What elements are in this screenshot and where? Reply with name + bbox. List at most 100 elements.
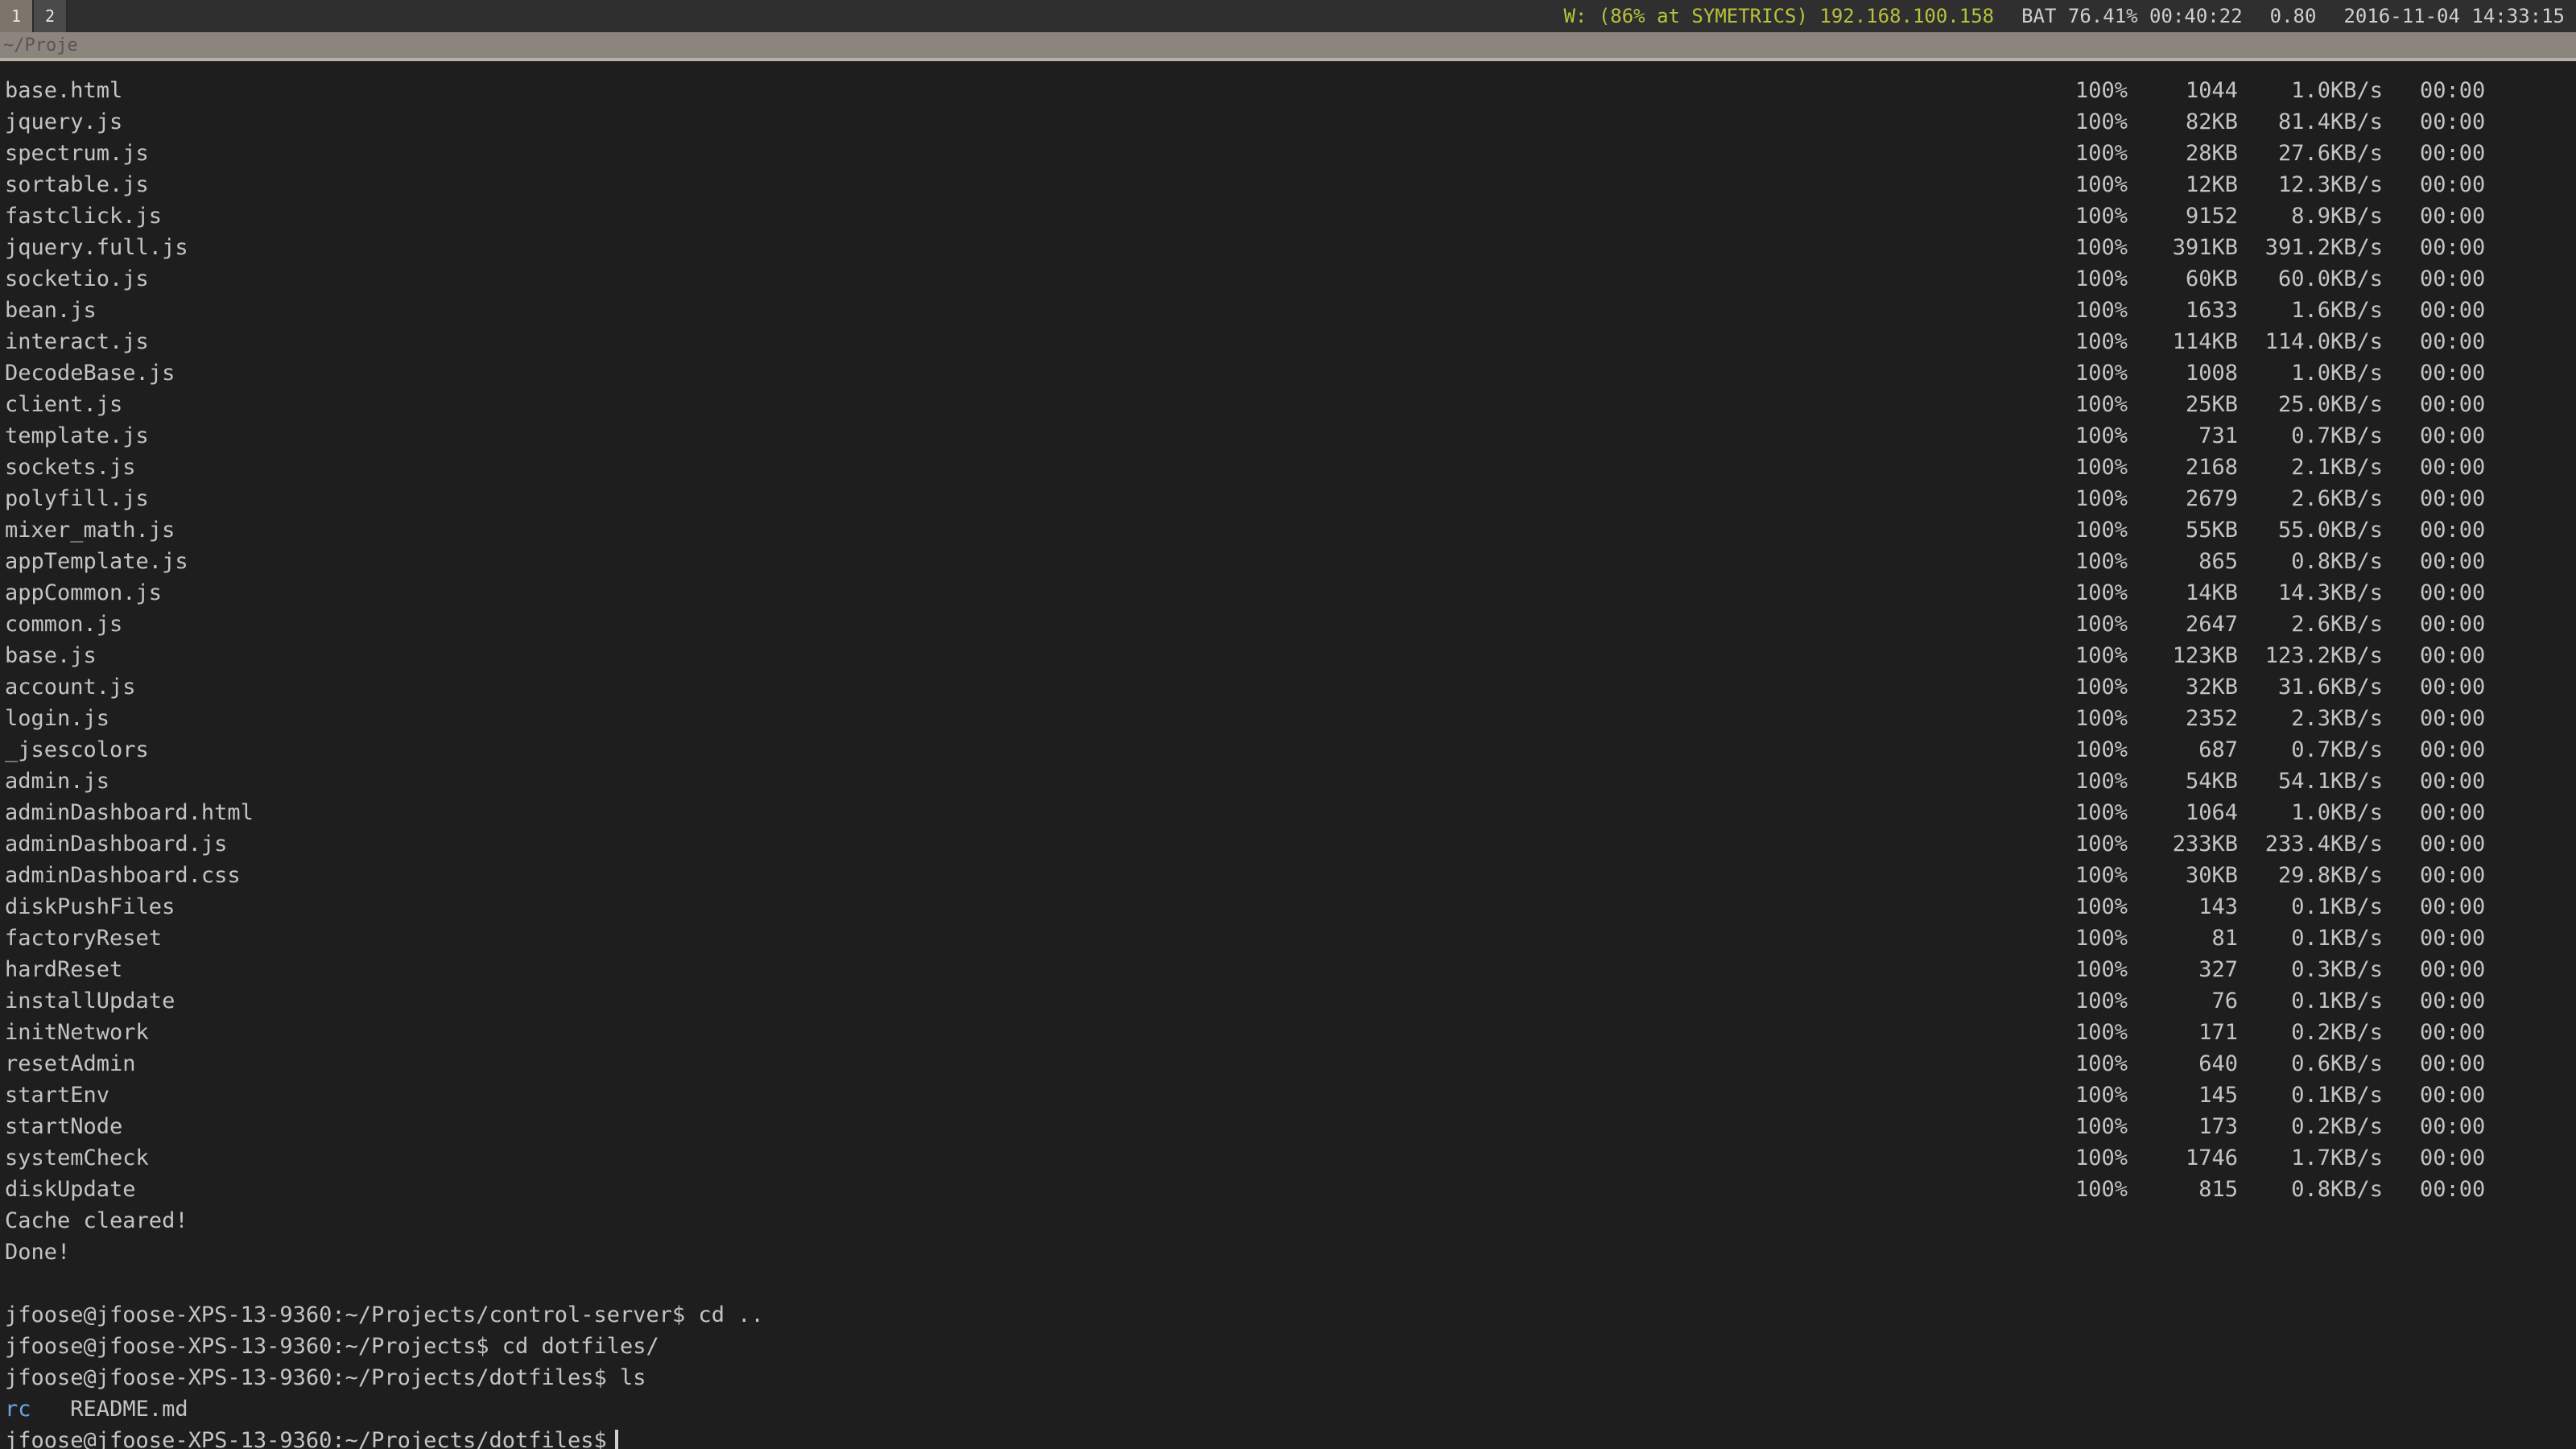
transfer-percent: 100%	[2075, 549, 2128, 574]
transfer-eta: 00:00	[2420, 486, 2486, 511]
transfer-size: 1633	[2185, 298, 2238, 323]
transfer-size: 687	[2198, 737, 2238, 762]
transfer-size: 25KB	[2185, 392, 2238, 417]
transfer-percent: 100%	[2075, 1114, 2128, 1139]
transfer-size: 82KB	[2185, 109, 2238, 134]
transfer-size: 815	[2198, 1177, 2238, 1202]
transfer-filename: systemCheck	[5, 1146, 149, 1170]
transfer-size: 1746	[2185, 1146, 2238, 1170]
transfer-filename: login.js	[5, 706, 110, 731]
transfer-size: 9152	[2185, 204, 2238, 229]
transfer-eta: 00:00	[2420, 172, 2486, 197]
transfer-filename: adminDashboard.js	[5, 832, 228, 857]
transfer-rate: 0.1KB/s	[2291, 989, 2383, 1013]
transfer-percent: 100%	[2075, 863, 2128, 888]
transfer-filename: admin.js	[5, 769, 110, 794]
transfer-size: 233KB	[2172, 832, 2238, 857]
transfer-rate: 0.6KB/s	[2291, 1051, 2383, 1076]
current-prompt-line[interactable]: jfoose@jfoose-XPS-13-9360:~/Projects/dot…	[5, 1425, 618, 1449]
transfer-eta: 00:00	[2420, 235, 2486, 260]
transfer-eta: 00:00	[2420, 1177, 2486, 1202]
transfer-size: 1064	[2185, 800, 2238, 825]
transfer-rate: 31.6KB/s	[2277, 675, 2383, 700]
transfer-percent: 100%	[2075, 266, 2128, 291]
transfer-eta: 00:00	[2420, 329, 2486, 354]
transfer-size: 2647	[2185, 612, 2238, 637]
load-average: 0.80	[2269, 5, 2317, 27]
transfer-eta: 00:00	[2420, 737, 2486, 762]
transfer-rate: 0.1KB/s	[2291, 926, 2383, 951]
workspace-2-button[interactable]: 2	[34, 0, 68, 32]
transfer-filename: polyfill.js	[5, 486, 149, 511]
transfer-percent: 100%	[2075, 737, 2128, 762]
transfer-filename: template.js	[5, 423, 149, 448]
transfer-eta: 00:00	[2420, 580, 2486, 605]
transfer-eta: 00:00	[2420, 1083, 2486, 1108]
transfer-percent: 100%	[2075, 392, 2128, 417]
transfer-rate: 1.0KB/s	[2291, 361, 2383, 386]
transfer-rate: 81.4KB/s	[2277, 109, 2383, 134]
transfer-rate: 1.0KB/s	[2291, 800, 2383, 825]
transfer-rate: 2.6KB/s	[2291, 486, 2383, 511]
transfer-eta: 00:00	[2420, 423, 2486, 448]
window-titlebar[interactable]: ~/Proje	[0, 32, 2576, 61]
transfer-filename: startNode	[5, 1114, 123, 1139]
clock: 2016-11-04 14:33:15	[2343, 5, 2565, 27]
transfer-rate: 0.7KB/s	[2291, 423, 2383, 448]
text-cursor	[614, 1429, 618, 1449]
transfer-size: 55KB	[2185, 518, 2238, 543]
workspace-switcher: 1 2	[0, 0, 68, 32]
transfer-percent: 100%	[2075, 455, 2128, 480]
transfer-size: 2352	[2185, 706, 2238, 731]
prompt-line-2: jfoose@jfoose-XPS-13-9360:~/Projects$ cd…	[5, 1334, 659, 1359]
transfer-eta: 00:00	[2420, 455, 2486, 480]
transfer-percent: 100%	[2075, 957, 2128, 982]
transfer-eta: 00:00	[2420, 1020, 2486, 1045]
transfer-rate: 1.6KB/s	[2291, 298, 2383, 323]
transfer-eta: 00:00	[2420, 266, 2486, 291]
transfer-eta: 00:00	[2420, 957, 2486, 982]
transfer-filename: _jsescolors	[5, 737, 149, 762]
transfer-percent: 100%	[2075, 1146, 2128, 1170]
transfer-filename: appTemplate.js	[5, 549, 188, 574]
transfer-rate: 0.7KB/s	[2291, 737, 2383, 762]
transfer-percent: 100%	[2075, 329, 2128, 354]
transfer-rate: 0.3KB/s	[2291, 957, 2383, 982]
transfer-eta: 00:00	[2420, 926, 2486, 951]
transfer-rate: 114.0KB/s	[2264, 329, 2383, 354]
transfer-size: 81	[2211, 926, 2238, 951]
transfer-percent: 100%	[2075, 643, 2128, 668]
transfer-size: 28KB	[2185, 141, 2238, 166]
transfer-rate: 54.1KB/s	[2277, 769, 2383, 794]
terminal-output[interactable]: Cache cleared! Done! jfoose@jfoose-XPS-1…	[0, 61, 2576, 1449]
prompt-line-1: jfoose@jfoose-XPS-13-9360:~/Projects/con…	[5, 1302, 764, 1327]
transfer-filename: factoryReset	[5, 926, 163, 951]
transfer-percent: 100%	[2075, 894, 2128, 919]
workspace-1-button[interactable]: 1	[0, 0, 34, 32]
ls-file-entry: README.md	[70, 1397, 188, 1422]
transfer-filename: DecodeBase.js	[5, 361, 175, 386]
transfer-filename: sortable.js	[5, 172, 149, 197]
status-items: W: (86% at SYMETRICS) 192.168.100.158 BA…	[1563, 0, 2565, 32]
transfer-percent: 100%	[2075, 1020, 2128, 1045]
transfer-eta: 00:00	[2420, 863, 2486, 888]
transfer-rate: 25.0KB/s	[2277, 392, 2383, 417]
transfer-percent: 100%	[2075, 989, 2128, 1013]
transfer-filename: adminDashboard.html	[5, 800, 254, 825]
transfer-rate: 0.8KB/s	[2291, 1177, 2383, 1202]
transfer-percent: 100%	[2075, 423, 2128, 448]
transfer-size: 171	[2198, 1020, 2238, 1045]
transfer-eta: 00:00	[2420, 706, 2486, 731]
transfer-rate: 2.1KB/s	[2291, 455, 2383, 480]
transfer-size: 865	[2198, 549, 2238, 574]
transfer-filename: account.js	[5, 675, 136, 700]
transfer-percent: 100%	[2075, 612, 2128, 637]
transfer-percent: 100%	[2075, 235, 2128, 260]
transfer-percent: 100%	[2075, 518, 2128, 543]
transfer-rate: 60.0KB/s	[2277, 266, 2383, 291]
transfer-rate: 27.6KB/s	[2277, 141, 2383, 166]
transfer-rate: 2.3KB/s	[2291, 706, 2383, 731]
transfer-rate: 12.3KB/s	[2277, 172, 2383, 197]
transfer-percent: 100%	[2075, 1083, 2128, 1108]
transfer-filename: diskUpdate	[5, 1177, 136, 1202]
